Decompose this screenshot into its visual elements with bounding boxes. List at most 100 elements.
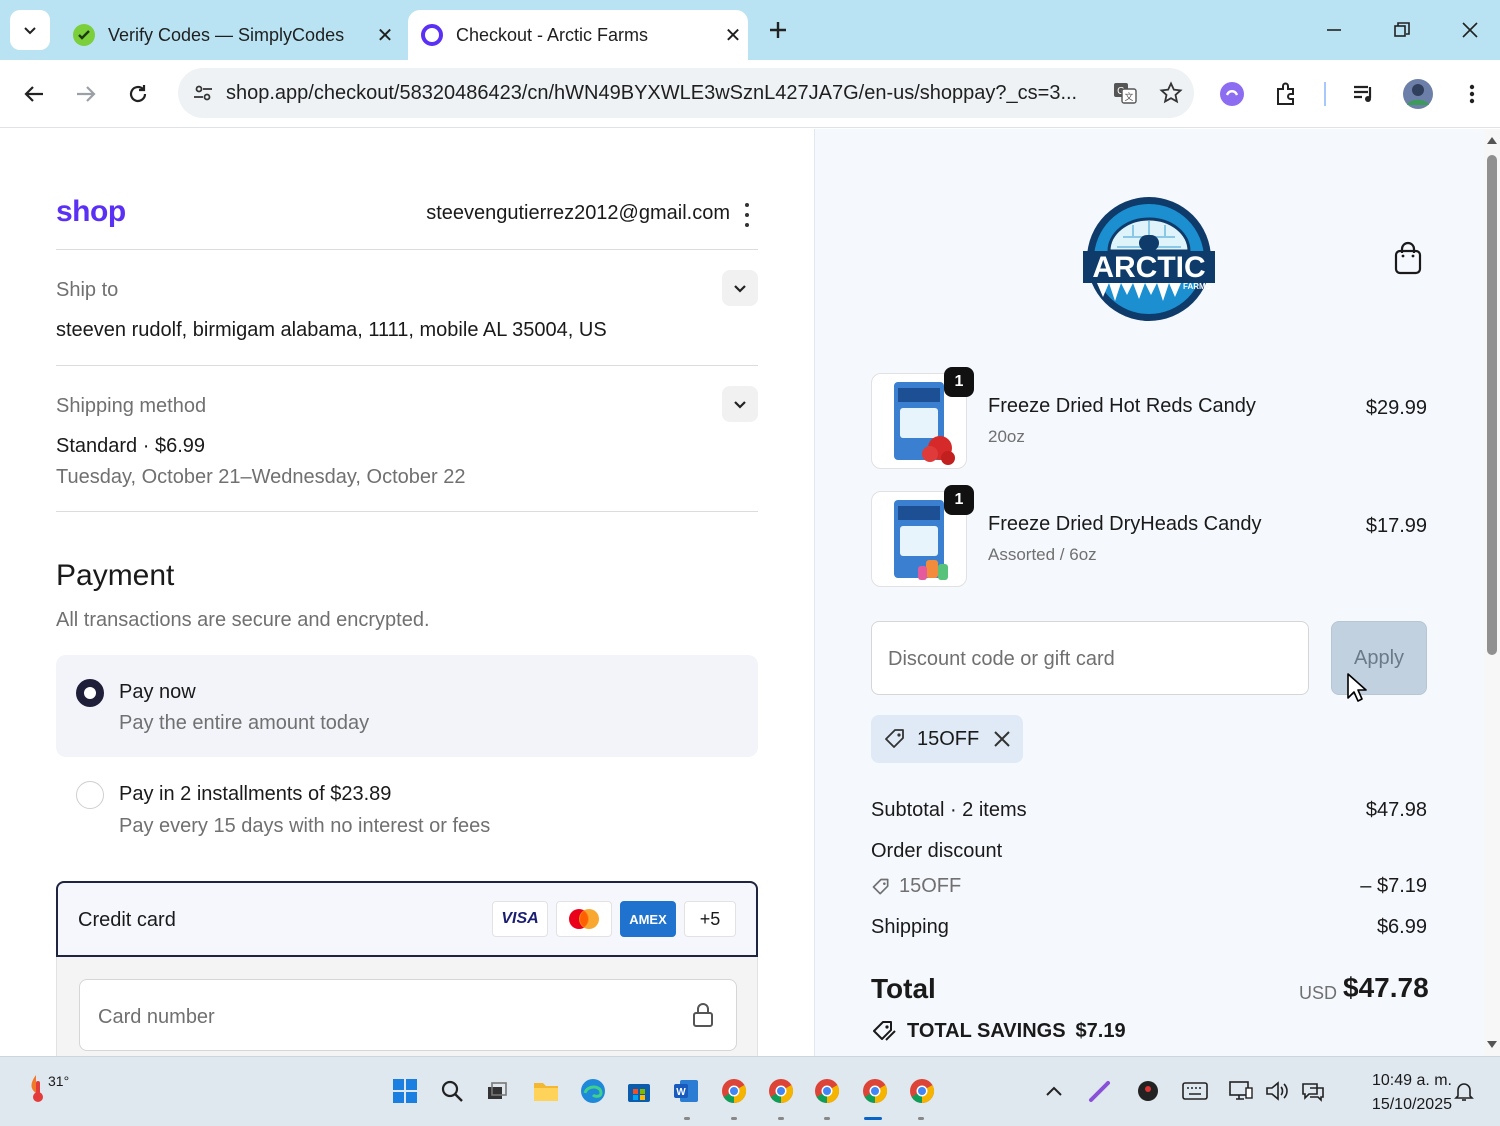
ship-to-expand-button[interactable] (722, 270, 758, 306)
scroll-down-icon[interactable] (1486, 1040, 1498, 1050)
pay-now-radio[interactable] (76, 679, 104, 707)
network-icon[interactable] (1226, 1077, 1256, 1105)
discount-code-input[interactable]: Discount code or gift card (871, 621, 1309, 695)
pay-installments-option[interactable]: Pay in 2 installments of $23.89 Pay ever… (56, 759, 758, 859)
chrome-icon[interactable] (718, 1075, 750, 1107)
card-number-input[interactable]: Card number (79, 979, 737, 1051)
credit-card-option[interactable]: Credit card VISA AMEX +5 (56, 881, 758, 957)
chrome-profile-icon[interactable] (859, 1075, 891, 1107)
discount-detail-row: 15OFF – $7.19 (871, 875, 1427, 903)
task-view-icon[interactable] (481, 1075, 513, 1107)
profile-avatar[interactable] (1398, 74, 1438, 114)
ship-to-address: steeven rudolf, birmigam alabama, 1111, … (56, 319, 607, 341)
shipping-method-value: Standard · $6.99 (56, 435, 205, 457)
tab-title: Verify Codes — SimplyCodes (108, 24, 345, 45)
store-icon[interactable] (623, 1075, 655, 1107)
pay-installments-radio[interactable] (76, 781, 104, 809)
site-info-icon[interactable] (180, 82, 226, 104)
volume-icon[interactable] (1262, 1077, 1292, 1105)
ship-to-label: Ship to (56, 279, 119, 301)
restore-icon (1394, 22, 1410, 37)
extension-simplycodes-icon[interactable] (1212, 74, 1252, 114)
notifications-icon[interactable] (1450, 1077, 1478, 1105)
extensions-puzzle-icon[interactable] (1266, 74, 1306, 114)
chat-icon[interactable] (1298, 1077, 1328, 1105)
savings-tag-icon (873, 1021, 896, 1041)
media-controls-icon[interactable] (1344, 74, 1384, 114)
payment-title: Payment (56, 559, 175, 592)
order-summary: ARCTIC FARMS 1 Freeze Dried Hot Reds Can… (814, 129, 1484, 1056)
pay-now-option[interactable]: Pay now Pay the entire amount today (56, 655, 758, 757)
minimize-button[interactable] (1304, 8, 1364, 52)
shipping-method-expand-button[interactable] (722, 386, 758, 422)
product-price: $17.99 (1365, 515, 1427, 537)
mouse-cursor-icon (1347, 673, 1367, 702)
chrome-profile-icon[interactable] (906, 1075, 938, 1107)
tag-icon (872, 878, 889, 894)
show-hidden-icons-chevron-icon[interactable] (1040, 1077, 1068, 1105)
cart-bag-icon[interactable] (1393, 241, 1423, 280)
logo-subword: FARMS (1183, 282, 1212, 291)
bookmark-star-icon[interactable] (1148, 81, 1194, 105)
shipping-label: Shipping (871, 916, 949, 938)
svg-text:文: 文 (1124, 91, 1133, 103)
minimize-icon (1327, 29, 1341, 31)
weather-widget[interactable]: 31° (26, 1071, 69, 1105)
file-explorer-icon[interactable] (530, 1075, 562, 1107)
forward-button[interactable] (66, 74, 106, 114)
chrome-profile-icon[interactable] (765, 1075, 797, 1107)
credit-card-label: Credit card (78, 909, 176, 931)
lock-icon (692, 1002, 714, 1033)
product-name: Freeze Dried DryHeads Candy (988, 513, 1262, 535)
remove-discount-icon[interactable] (993, 730, 1011, 748)
thermometer-icon (31, 1075, 43, 1102)
tab-checkout[interactable]: Checkout - Arctic Farms ✕ (408, 10, 748, 60)
clock-date: 15/10/2025 (1371, 1096, 1452, 1113)
scroll-up-icon[interactable] (1486, 135, 1498, 145)
option-subtitle: Pay the entire amount today (119, 712, 370, 734)
restore-button[interactable] (1372, 8, 1432, 52)
close-window-button[interactable] (1440, 8, 1500, 52)
tab-search-button[interactable] (10, 10, 50, 50)
account-menu-icon[interactable] (736, 203, 758, 227)
new-tab-button[interactable] (762, 14, 794, 46)
mastercard-icon (556, 901, 612, 937)
applied-discount-code: 15OFF (917, 727, 980, 750)
total-label: Total (871, 973, 936, 1004)
tab-simplycodes[interactable]: Verify Codes — SimplyCodes ✕ (60, 10, 400, 60)
card-number-placeholder: Card number (98, 1006, 215, 1028)
close-icon (1462, 22, 1478, 38)
address-bar[interactable]: shop.app/checkout/58320486423/cn/hWN49BY… (178, 68, 1194, 118)
shipping-dates: Tuesday, October 21–Wednesday, October 2… (56, 466, 466, 488)
tab-close-icon[interactable]: ✕ (370, 23, 400, 48)
browser-menu-icon[interactable] (1452, 74, 1492, 114)
keyboard-icon[interactable] (1180, 1077, 1210, 1105)
system-clock[interactable]: 10:49 a. m. 15/10/2025 (1340, 1069, 1452, 1117)
active-app-indicator (864, 1117, 882, 1120)
shipping-row: Shipping $6.99 (871, 916, 1427, 939)
shop-logo[interactable]: shop (56, 195, 126, 229)
pen-icon[interactable] (1086, 1077, 1114, 1105)
svg-text:W: W (676, 1087, 686, 1098)
windows-start-icon[interactable] (389, 1075, 421, 1107)
page-scrollbar[interactable] (1484, 129, 1500, 1056)
shop-favicon-icon (420, 23, 444, 47)
chrome-profile-icon[interactable] (811, 1075, 843, 1107)
tab-title: Checkout - Arctic Farms (456, 24, 649, 45)
scrollbar-thumb[interactable] (1487, 155, 1497, 655)
visa-icon: VISA (492, 901, 548, 937)
edge-browser-icon[interactable] (577, 1075, 609, 1107)
divider (56, 365, 758, 366)
translate-icon[interactable]: G文 (1102, 80, 1148, 106)
windows-taskbar: 31° W 10:49 a. m. 15/10/2025 (0, 1056, 1500, 1126)
account-email: steevengutierrez2012@gmail.com (426, 202, 730, 224)
reload-button[interactable] (118, 74, 158, 114)
word-icon[interactable]: W (670, 1075, 702, 1107)
browser-tab-strip: Verify Codes — SimplyCodes ✕ Checkout - … (0, 0, 1500, 60)
payment-subtitle: All transactions are secure and encrypte… (56, 609, 430, 631)
search-icon[interactable] (436, 1075, 468, 1107)
back-button[interactable] (14, 74, 54, 114)
tab-close-icon[interactable]: ✕ (718, 23, 748, 48)
app-tray-icon[interactable] (1134, 1077, 1162, 1105)
reload-icon (129, 85, 147, 103)
